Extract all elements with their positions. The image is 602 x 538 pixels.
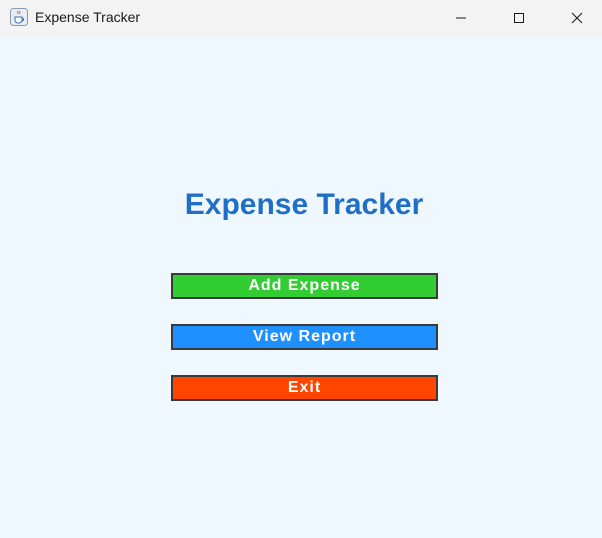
close-button[interactable] [548, 0, 602, 36]
title-bar[interactable]: Expense Tracker [0, 0, 602, 36]
window-title: Expense Tracker [35, 9, 141, 25]
add-expense-button[interactable]: Add Expense [171, 273, 438, 299]
close-icon [571, 12, 583, 24]
main-panel: Expense Tracker Add Expense View Report … [0, 36, 602, 538]
minimize-icon [456, 17, 466, 19]
minimize-button[interactable] [432, 0, 490, 36]
java-cup-icon [10, 8, 28, 26]
maximize-icon [514, 13, 524, 23]
maximize-button[interactable] [490, 0, 548, 36]
exit-button[interactable]: Exit [171, 375, 438, 401]
app-window: Expense Tracker Expense Tracker Add Expe… [0, 0, 602, 538]
view-report-button[interactable]: View Report [171, 324, 438, 350]
page-title: Expense Tracker [184, 188, 424, 221]
